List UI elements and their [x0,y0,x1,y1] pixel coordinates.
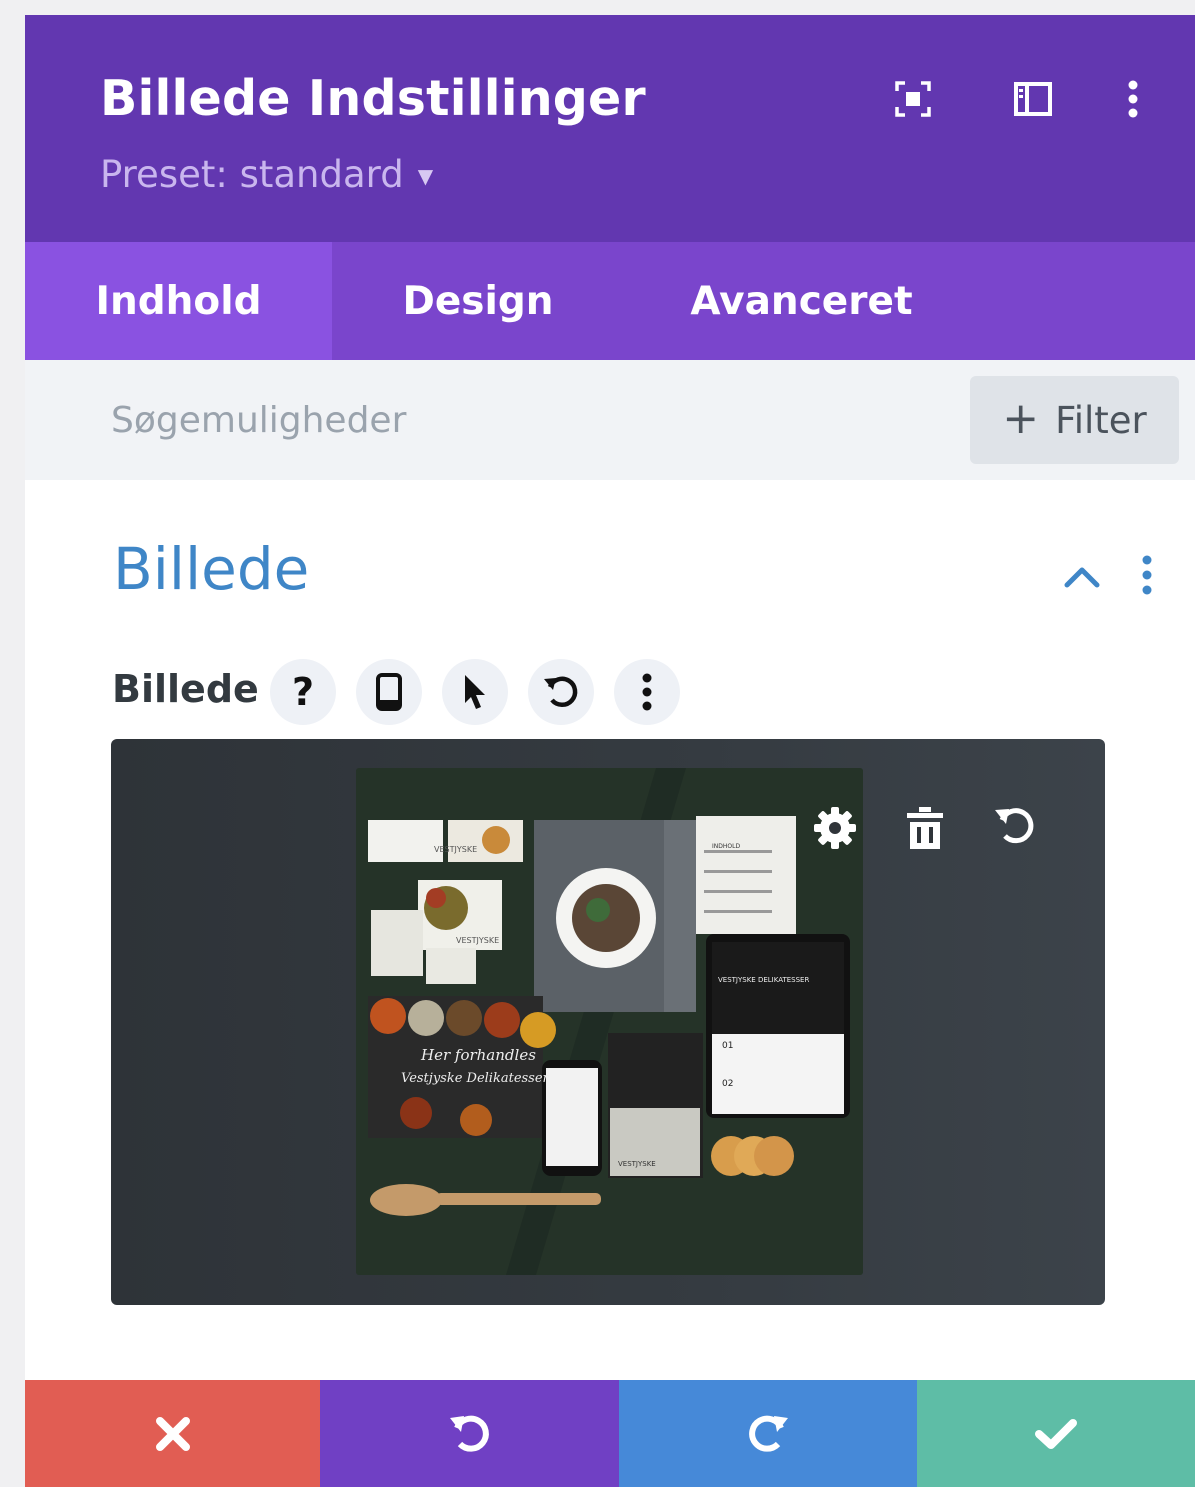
field-more-icon[interactable] [614,659,680,725]
more-vertical-icon[interactable] [1111,77,1155,121]
redo-icon [749,1415,788,1452]
image-preview: VESTJYSKE VESTJYSKE INDHOLD VESTJYSKE DE… [356,768,863,1275]
cursor-icon[interactable] [442,659,508,725]
reset-icon[interactable] [528,659,594,725]
plus-icon: + [1002,392,1040,444]
search-input[interactable] [111,390,911,450]
tablet-step-1: 01 [722,1041,733,1051]
search-bar: + Filter [25,360,1195,480]
card-brand-text: VESTJYSKE [434,845,477,854]
trash-icon[interactable] [900,803,950,853]
preset-label: Preset: standard [100,153,404,196]
action-bar [25,1380,1195,1487]
tablet-heading-text: VESTJYSKE DELIKATESSER [718,976,809,984]
save-button[interactable] [917,1380,1195,1487]
tab-design[interactable]: Design [332,242,624,360]
sidebar-layout-icon[interactable] [1011,77,1055,121]
fullscreen-icon[interactable] [891,77,935,121]
redo-button[interactable] [619,1380,917,1487]
mobile-icon[interactable] [356,659,422,725]
field-label: Billede [112,667,259,711]
image-reset-icon[interactable] [990,801,1040,851]
image-upload-area[interactable]: VESTJYSKE VESTJYSKE INDHOLD VESTJYSKE DE… [111,739,1105,1305]
help-icon[interactable]: ? [270,659,336,725]
filter-button[interactable]: + Filter [970,376,1179,464]
tab-avanceret[interactable]: Avanceret [624,242,979,360]
mockup-image: VESTJYSKE VESTJYSKE INDHOLD VESTJYSKE DE… [356,768,863,1275]
check-icon [1035,1418,1077,1449]
gear-icon[interactable] [810,803,860,853]
card-brand-text-2: VESTJYSKE [456,936,499,945]
section-more-icon[interactable] [1135,555,1159,595]
preset-dropdown[interactable]: Preset: standard ▼ [100,153,433,196]
panel-header: Billede Indstillinger Preset: standard ▼ [25,15,1195,242]
poster-headline-1: Her forhandles [420,1046,536,1064]
menu-title-text: INDHOLD [712,843,740,850]
filter-label: Filter [1055,398,1147,442]
chevron-up-icon[interactable] [1062,558,1102,594]
poster-headline-2: Vestjyske Delikatesser [401,1071,550,1086]
tablet-step-2: 02 [722,1079,733,1089]
section-title[interactable]: Billede [113,535,309,603]
cancel-button[interactable] [25,1380,320,1487]
panel-title: Billede Indstillinger [100,70,646,127]
close-icon [155,1416,190,1451]
tab-bar: Indhold Design Avanceret [25,242,1195,360]
tab-indhold[interactable]: Indhold [25,242,332,360]
caret-down-icon: ▼ [417,163,434,188]
notebook-brand-text: VESTJYSKE [618,1160,656,1168]
undo-icon [449,1415,489,1452]
undo-button[interactable] [320,1380,619,1487]
settings-panel: Billede Indstillinger Preset: standard ▼ [25,15,1195,1487]
